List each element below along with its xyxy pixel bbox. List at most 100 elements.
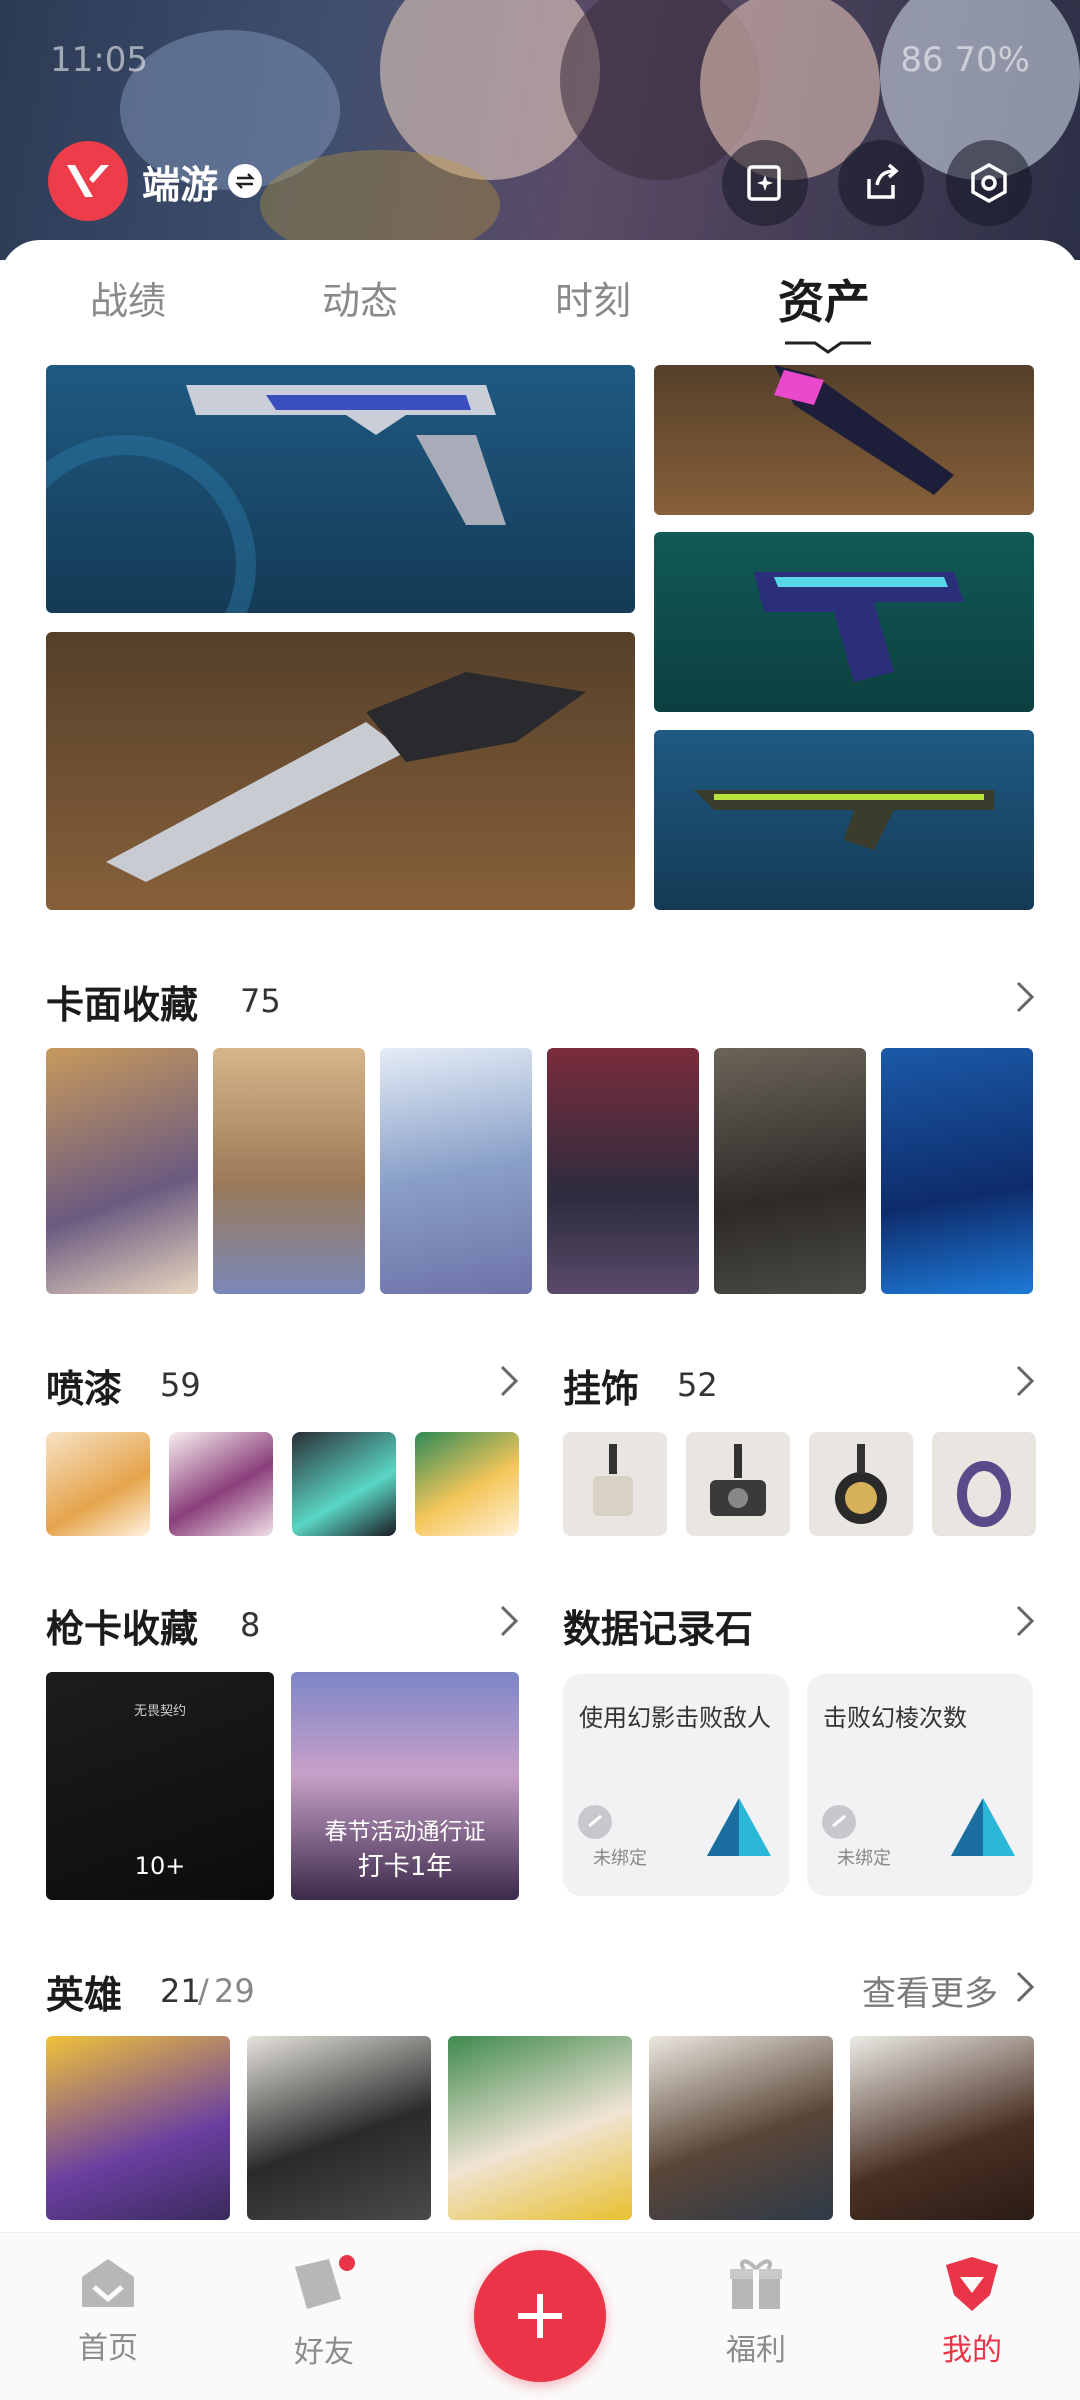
valorant-logo-icon <box>48 141 128 221</box>
mug-charm-icon <box>593 1444 633 1516</box>
pistol-skin-icon <box>46 385 506 613</box>
nav-home-label: 首页 <box>78 2331 138 2366</box>
sparkle-card-button[interactable] <box>722 140 808 226</box>
settings-icon <box>971 162 1007 204</box>
card-collection-count: 75 <box>240 982 281 1020</box>
tab-bar: 战绩 动态 时刻 资产 <box>0 240 1080 365</box>
nav-benefits-label: 福利 <box>726 2333 786 2368</box>
card-collection-title: 卡面收藏 <box>46 983 199 1027</box>
hero-portrait-1[interactable] <box>46 2036 230 2220</box>
record-stone-gem-icon <box>951 1798 1015 1856</box>
hero-portrait-5[interactable] <box>850 2036 1034 2220</box>
gun-card-spring-pass[interactable]: 春节活动通行证 打卡1年 <box>291 1672 519 1900</box>
friends-icon <box>295 2255 355 2309</box>
record-stone-2-label: 击败幻棱次数 <box>823 1704 967 1732</box>
tab-record[interactable]: 战绩 <box>90 270 166 325</box>
weapon-skin-axe[interactable] <box>654 365 1034 515</box>
share-button[interactable] <box>838 140 924 226</box>
player-card-6[interactable] <box>881 1048 1033 1294</box>
spray-4[interactable] <box>415 1432 519 1536</box>
status-time: 11:05 <box>50 40 148 80</box>
record-stone-1-label: 使用幻影击败敌人 <box>579 1704 771 1732</box>
nav-friends[interactable]: 好友 <box>254 2255 394 2371</box>
game-switcher-label: 端游 <box>142 162 219 207</box>
smg-skin-icon <box>754 572 964 682</box>
knife-skin-icon <box>106 672 586 882</box>
hero-portrait-4[interactable] <box>649 2036 833 2220</box>
home-icon <box>82 2259 134 2307</box>
gun-cards-title: 枪卡收藏 <box>46 1607 199 1651</box>
gun-card-stack[interactable]: 无畏契约 10+ <box>46 1672 274 1900</box>
weapon-skin-pistol[interactable] <box>46 365 635 613</box>
plus-icon <box>518 2294 562 2338</box>
nav-me-label: 我的 <box>942 2333 1002 2368</box>
nav-me[interactable]: 我的 <box>902 2255 1042 2369</box>
axe-skin-icon <box>774 365 954 495</box>
link-icon <box>822 1805 856 1839</box>
app-root: 11:05 86 70% 端游 战绩 动态 时刻 资产 卡面收藏 75 喷漆 5… <box>0 0 1080 2400</box>
weapon-skin-rifle[interactable] <box>654 730 1034 910</box>
share-icon <box>867 163 899 199</box>
weapon-skin-knife[interactable] <box>46 632 635 910</box>
sprays-count: 59 <box>160 1366 201 1404</box>
player-card-4[interactable] <box>547 1048 699 1294</box>
record-stone-gem-icon <box>707 1798 771 1856</box>
heroes-chevron-icon[interactable] <box>1014 1970 1036 2004</box>
spray-3[interactable] <box>292 1432 396 1536</box>
charm-bracelet[interactable] <box>932 1432 1036 1536</box>
charms-title: 挂饰 <box>563 1367 640 1411</box>
weapon-skin-smg[interactable] <box>654 532 1034 712</box>
spray-2[interactable] <box>169 1432 273 1536</box>
player-card-2[interactable] <box>213 1048 365 1294</box>
charm-mug[interactable] <box>563 1432 667 1536</box>
sprays-title: 喷漆 <box>46 1367 123 1411</box>
profile-banner: 11:05 86 70% 端游 <box>0 0 1080 260</box>
rifle-skin-icon <box>694 790 994 850</box>
nav-friends-label: 好友 <box>294 2335 354 2370</box>
gun-card-caption-line1: 春节活动通行证 <box>324 1819 486 1845</box>
nav-benefits[interactable]: 福利 <box>686 2255 826 2369</box>
heroes-title: 英雄 <box>46 1973 123 2017</box>
profile-icon <box>946 2257 998 2311</box>
active-tab-indicator <box>785 341 871 354</box>
charms-chevron-icon[interactable] <box>1014 1364 1036 1398</box>
status-indicators: 86 70% <box>900 40 1030 80</box>
charm-coin[interactable] <box>809 1432 913 1536</box>
camera-charm-icon <box>710 1444 766 1516</box>
hero-portrait-3[interactable] <box>448 2036 632 2220</box>
create-post-button[interactable] <box>474 2250 606 2382</box>
record-stones-chevron-icon[interactable] <box>1014 1604 1036 1638</box>
player-card-3[interactable] <box>380 1048 532 1294</box>
gun-cards-chevron-icon[interactable] <box>498 1604 520 1638</box>
record-stone-1-status: 未绑定 <box>593 1848 647 1869</box>
nav-home[interactable]: 首页 <box>38 2255 178 2367</box>
gun-card-stack-label: 无畏契约 <box>133 1704 186 1719</box>
hero-portrait-2[interactable] <box>247 2036 431 2220</box>
settings-button[interactable] <box>946 140 1032 226</box>
card-collection-chevron-icon[interactable] <box>1014 980 1036 1014</box>
record-stone-2[interactable]: 击败幻棱次数 未绑定 <box>807 1674 1033 1896</box>
record-stone-2-status: 未绑定 <box>837 1848 891 1869</box>
charms-count: 52 <box>677 1366 718 1404</box>
record-stone-1[interactable]: 使用幻影击败敌人 未绑定 <box>563 1674 789 1896</box>
heroes-see-more-link[interactable]: 查看更多 <box>862 1966 998 2015</box>
bracelet-charm-icon <box>957 1461 1011 1527</box>
gun-card-caption-line2: 打卡1年 <box>357 1852 453 1882</box>
gun-cards-count: 8 <box>240 1606 261 1644</box>
heroes-separator: / <box>198 1972 209 2010</box>
gun-card-stack-badge: 10+ <box>134 1852 186 1880</box>
tab-moments[interactable]: 时刻 <box>555 270 631 325</box>
record-stones-title: 数据记录石 <box>563 1607 754 1651</box>
spray-1[interactable] <box>46 1432 150 1536</box>
sprays-chevron-icon[interactable] <box>498 1364 520 1398</box>
tab-assets[interactable]: 资产 <box>778 266 870 332</box>
player-card-1[interactable] <box>46 1048 198 1294</box>
player-card-5[interactable] <box>714 1048 866 1294</box>
heroes-owned: 21 <box>160 1972 201 2010</box>
game-switcher[interactable]: 端游 <box>48 140 263 222</box>
gift-icon <box>730 2259 782 2309</box>
tab-feed[interactable]: 动态 <box>322 270 398 325</box>
charm-camera[interactable] <box>686 1432 790 1536</box>
status-bar: 11:05 86 70% <box>50 40 1030 84</box>
link-icon <box>578 1805 612 1839</box>
